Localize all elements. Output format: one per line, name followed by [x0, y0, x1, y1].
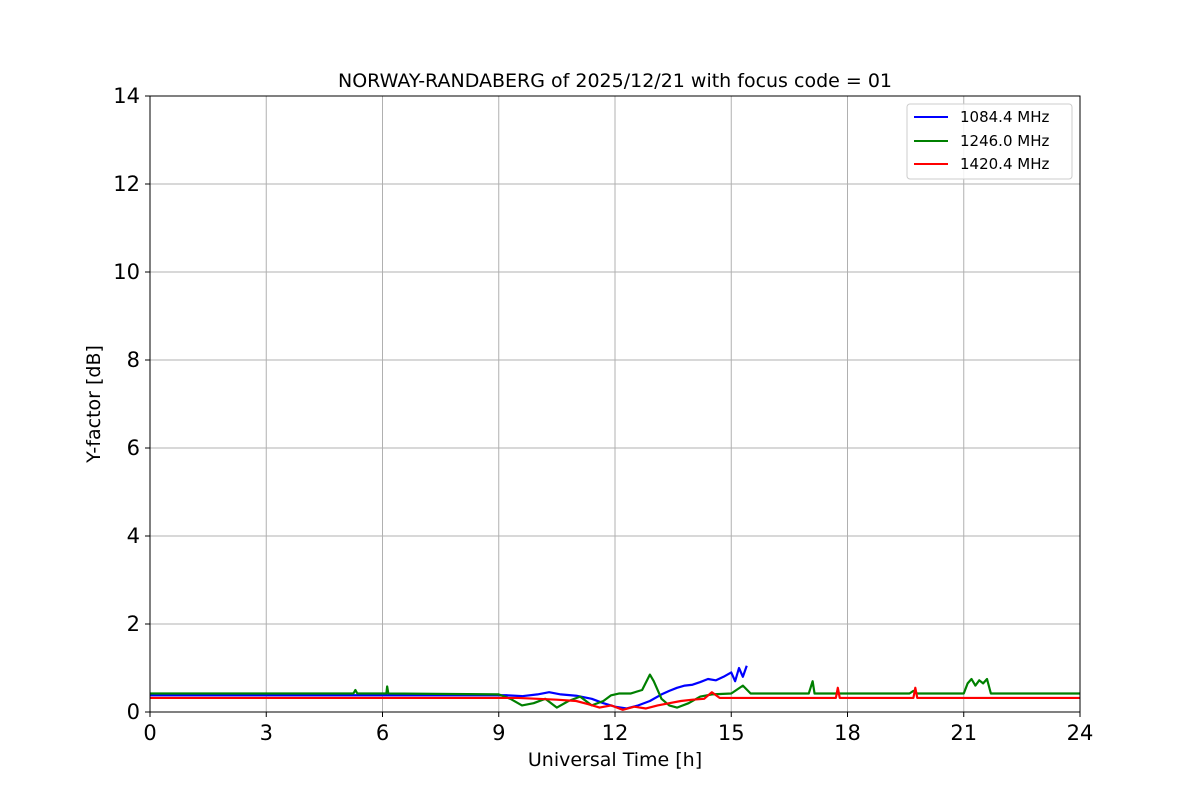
x-tick-label: 9: [492, 721, 505, 745]
y-tick-label: 12: [113, 172, 140, 196]
legend: 1084.4 MHz 1246.0 MHz 1420.4 MHz: [906, 103, 1073, 180]
x-axis-label: Universal Time [h]: [528, 749, 702, 771]
y-axis-label: Y-factor [dB]: [83, 345, 105, 464]
legend-label-2: 1246.0 MHz: [960, 132, 1049, 150]
x-tick-label: 24: [1067, 721, 1094, 745]
y-tick-label: 8: [127, 348, 140, 372]
chart-figure: 0 3 6 9 12 15 18 21 24 0 2 4 6 8 10 12 14 NORWAY-RANDABE…: [0, 0, 1200, 800]
x-tick-label: 15: [718, 721, 745, 745]
x-tick-label: 18: [834, 721, 861, 745]
x-tick-label: 6: [376, 721, 389, 745]
y-tick-label: 4: [127, 524, 140, 548]
y-tick-label: 2: [127, 612, 140, 636]
x-tick-label: 0: [143, 721, 156, 745]
y-tick-label: 10: [113, 260, 140, 284]
chart-svg: 0 3 6 9 12 15 18 21 2402468101214 NORWAY-RANDABE…: [0, 0, 1200, 800]
chart-title: NORWAY-RANDABERG of 2025/12/21 with focu…: [338, 70, 892, 92]
x-tick-label: 21: [950, 721, 977, 745]
legend-label-3: 1420.4 MHz: [960, 155, 1049, 173]
x-tick-label: 3: [260, 721, 273, 745]
y-tick-label: 14: [113, 84, 140, 108]
x-tick-label: 12: [602, 721, 629, 745]
y-tick-label: 6: [127, 436, 140, 460]
y-tick-label: 0: [127, 700, 140, 724]
legend-label-1: 1084.4 MHz: [960, 108, 1049, 126]
